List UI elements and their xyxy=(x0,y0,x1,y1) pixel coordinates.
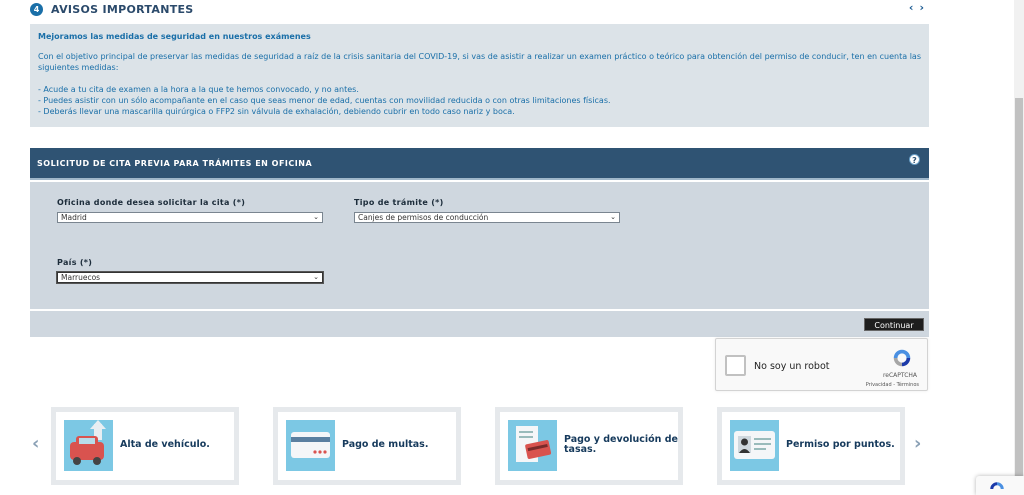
oficina-label: Oficina donde desea solicitar la cita (*… xyxy=(57,198,246,207)
notice-item: - Puedes asistir con un sólo acompañante… xyxy=(38,96,611,105)
oficina-select[interactable]: Madrid ⌄ xyxy=(57,212,323,223)
card-label: Alta de vehículo. xyxy=(120,439,210,450)
avisos-next-icon[interactable]: › xyxy=(919,1,930,14)
tramite-label: Tipo de trámite (*) xyxy=(354,198,444,207)
avisos-number-badge: 4 xyxy=(30,3,43,16)
recaptcha-checkbox[interactable] xyxy=(725,355,746,376)
scrollbar-thumb[interactable] xyxy=(1015,98,1023,495)
page-scrollbar[interactable] xyxy=(1014,0,1024,495)
avisos-title: AVISOS IMPORTANTES xyxy=(51,3,194,16)
recaptcha-brand: reCAPTCHA xyxy=(882,372,917,379)
pais-label: País (*) xyxy=(57,258,93,267)
notice-heading: Mejoramos las medidas de seguridad en nu… xyxy=(38,32,311,41)
notice-intro: Con el objetivo principal de preservar l… xyxy=(38,52,921,72)
card-label: Pago y devolución de tasas. xyxy=(564,434,678,455)
avisos-prev-icon[interactable]: ‹ xyxy=(909,1,920,14)
help-icon[interactable]: ? xyxy=(909,154,920,165)
chevron-down-icon: ⌄ xyxy=(610,213,616,221)
avisos-nav: ‹› xyxy=(909,1,930,14)
recaptcha-links[interactable]: Privacidad - Términos xyxy=(866,382,919,388)
chevron-down-icon: ⌄ xyxy=(313,213,319,221)
avisos-notice-box: Mejoramos las medidas de seguridad en nu… xyxy=(30,24,929,127)
receipt-card-icon xyxy=(508,420,557,471)
card-alta-vehiculo[interactable]: Alta de vehículo. xyxy=(51,407,239,485)
card-payment-icon xyxy=(286,420,335,471)
recaptcha-badge-icon xyxy=(990,482,1004,489)
car-upload-icon xyxy=(64,420,113,471)
card-pago-multas[interactable]: Pago de multas. xyxy=(273,407,461,485)
tramite-select[interactable]: Canjes de permisos de conducción ⌄ xyxy=(354,212,620,223)
carousel-prev-icon[interactable]: ‹ xyxy=(32,433,39,454)
notice-item: - Deberás llevar una mascarilla quirúrgi… xyxy=(38,107,515,116)
form-header: SOLICITUD DE CITA PREVIA PARA TRÁMITES E… xyxy=(30,148,929,180)
card-pago-tasas[interactable]: Pago y devolución de tasas. xyxy=(495,407,683,485)
recaptcha-logo-icon xyxy=(893,349,911,367)
chevron-down-icon: ⌄ xyxy=(313,273,319,281)
recaptcha-badge-corner[interactable] xyxy=(976,476,1024,495)
pais-select-value: Marruecos xyxy=(61,273,101,282)
notice-item: - Acude a tu cita de examen a la hora a … xyxy=(38,85,359,94)
form-footer: Continuar xyxy=(30,311,929,337)
form-title: SOLICITUD DE CITA PREVIA PARA TRÁMITES E… xyxy=(37,159,313,168)
card-label: Pago de multas. xyxy=(342,439,429,450)
continue-button[interactable]: Continuar xyxy=(864,318,924,331)
oficina-select-value: Madrid xyxy=(61,213,87,222)
pais-select[interactable]: Marruecos ⌄ xyxy=(56,271,324,284)
card-permiso-puntos[interactable]: Permiso por puntos. xyxy=(717,407,905,485)
avisos-header: 4 AVISOS IMPORTANTES ‹› xyxy=(30,0,930,22)
form-body: Oficina donde desea solicitar la cita (*… xyxy=(30,182,929,309)
id-card-icon xyxy=(730,420,779,471)
carousel-next-icon[interactable]: › xyxy=(914,433,921,454)
card-label: Permiso por puntos. xyxy=(786,439,895,450)
recaptcha-label: No soy un robot xyxy=(754,361,830,372)
recaptcha-widget: No soy un robot reCAPTCHA Privacidad - T… xyxy=(715,338,928,391)
tramite-select-value: Canjes de permisos de conducción xyxy=(358,213,489,222)
